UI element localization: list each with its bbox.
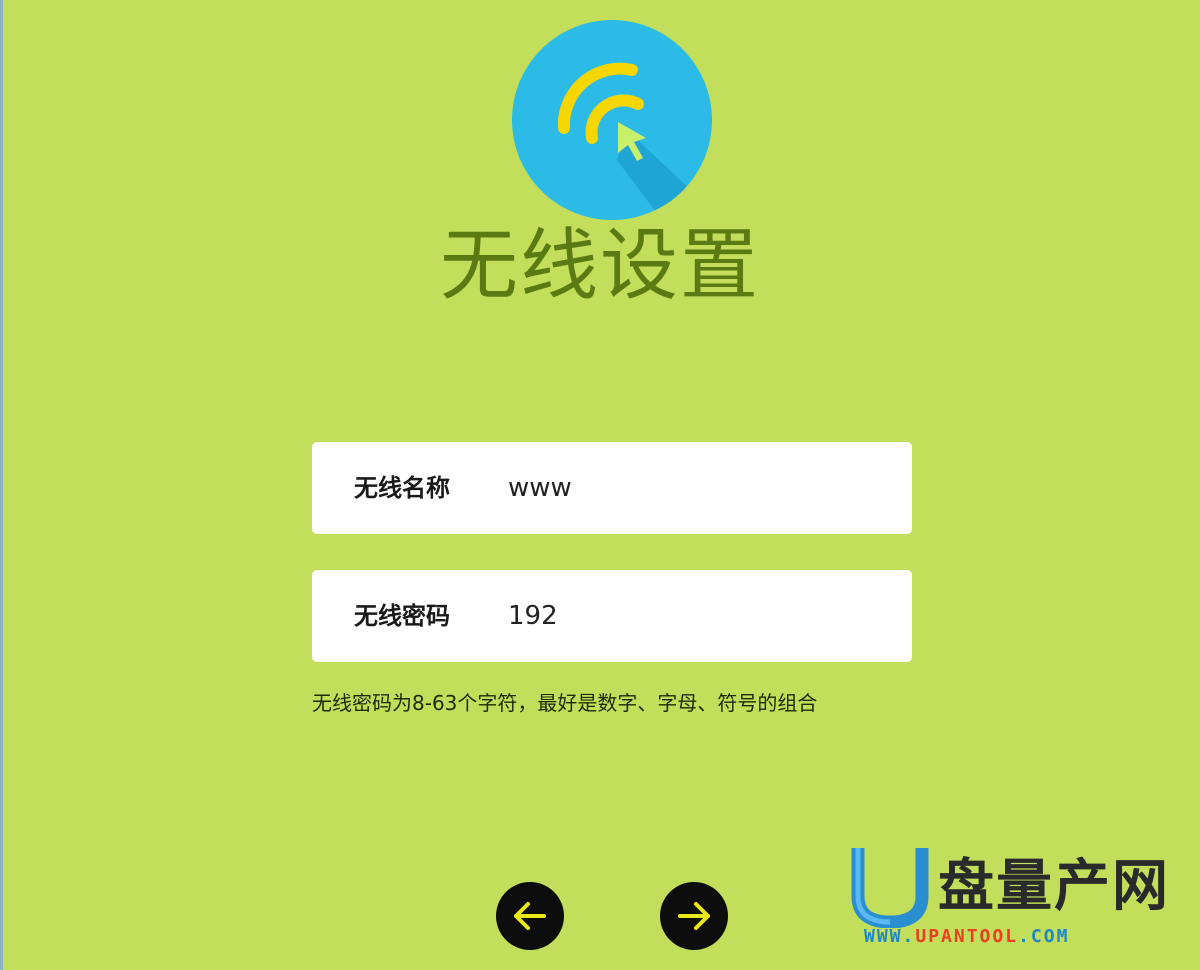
ssid-field: 无线名称 [312,442,912,534]
arrow-left-icon [514,902,546,930]
watermark: 盘量产网 WWW.UPANTOOL.COM [850,844,1180,964]
page-title: 无线设置 [439,221,760,311]
password-input[interactable] [508,592,888,640]
ssid-label: 无线名称 [354,474,450,502]
password-label: 无线密码 [354,602,450,630]
window-left-edge [0,0,3,970]
watermark-brand: 盘量产网 [938,854,1170,919]
next-button[interactable] [660,882,728,950]
password-field: 无线密码 [312,570,912,662]
previous-button[interactable] [496,882,564,950]
wireless-logo-icon [512,20,712,220]
watermark-u-logo-icon [851,848,929,928]
ssid-input[interactable] [508,464,888,512]
password-hint: 无线密码为8-63个字符，最好是数字、字母、符号的组合 [312,691,818,715]
arrow-right-icon [678,902,710,930]
watermark-url: WWW.UPANTOOL.COM [864,926,1070,947]
